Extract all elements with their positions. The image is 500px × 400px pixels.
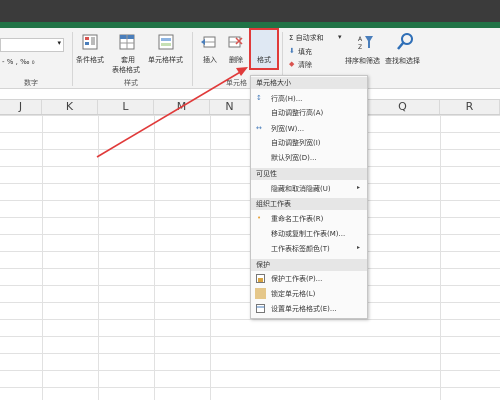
format-button-label[interactable]: 格式 — [257, 55, 271, 65]
menu-section-organize-sheets: 组织工作表 — [251, 198, 367, 210]
rename-sheet-icon: • — [257, 214, 262, 222]
submenu-arrow-icon: ▸ — [356, 184, 360, 191]
format-dropdown-menu: 单元格大小 ↕ 行高(H)... 自动调整行高(A) ↔ 列宽(W)... 自动… — [250, 75, 368, 319]
menu-item-default-width[interactable]: 默认列宽(D)... — [271, 153, 317, 163]
menu-item-row-height[interactable]: 行高(H)... — [271, 94, 302, 104]
menu-item-move-copy-sheet[interactable]: 移动或复制工作表(M)... — [271, 229, 345, 239]
protect-sheet-icon — [256, 274, 265, 283]
menu-section-protection: 保护 — [251, 259, 367, 271]
menu-item-column-width[interactable]: 列宽(W)... — [271, 124, 304, 134]
menu-section-visibility: 可见性 — [251, 168, 367, 180]
menu-item-format-cells[interactable]: 设置单元格格式(E)... — [271, 304, 337, 314]
menu-item-autofit-row-height[interactable]: 自动调整行高(A) — [271, 108, 323, 118]
lock-cell-icon — [255, 288, 266, 299]
menu-item-autofit-column-width[interactable]: 自动调整列宽(I) — [271, 138, 321, 148]
format-cells-dialog-icon — [256, 304, 265, 313]
menu-item-protect-sheet[interactable]: 保护工作表(P)... — [271, 274, 322, 284]
submenu-arrow-icon: ▸ — [356, 244, 360, 251]
row-height-icon: ↕ — [256, 94, 262, 102]
menu-item-tab-color[interactable]: 工作表标签颜色(T) — [271, 244, 330, 254]
menu-section-cell-size: 单元格大小 — [251, 77, 367, 89]
menu-item-rename-sheet[interactable]: 重命名工作表(R) — [271, 214, 323, 224]
menu-item-lock-cell[interactable]: 锁定单元格(L) — [271, 289, 315, 299]
column-width-icon: ↔ — [256, 124, 262, 132]
menu-item-hide-unhide[interactable]: 隐藏和取消隐藏(U) — [271, 184, 331, 194]
